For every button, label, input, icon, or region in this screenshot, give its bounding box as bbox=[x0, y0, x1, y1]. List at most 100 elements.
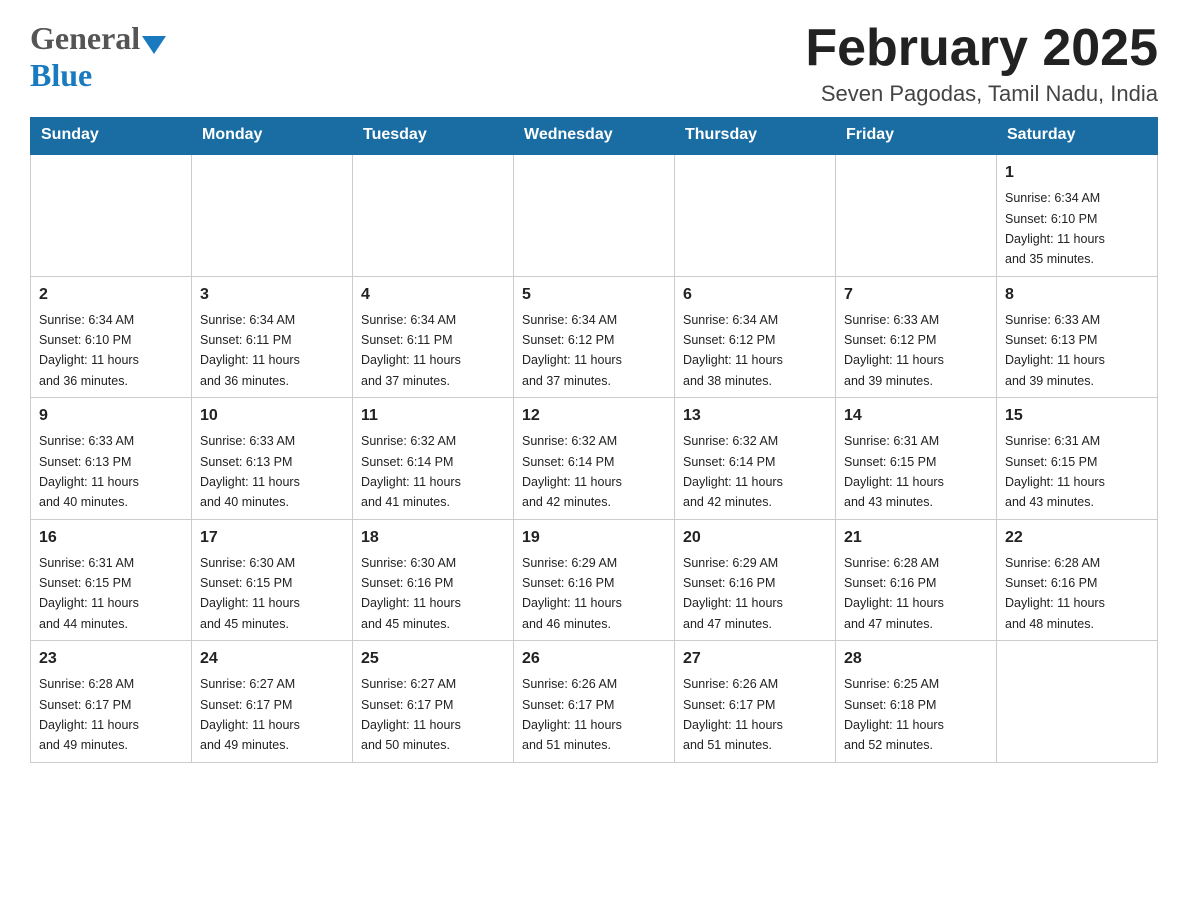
calendar-day-cell: 28 Sunrise: 6:25 AMSunset: 6:18 PMDayligh… bbox=[836, 641, 997, 763]
day-info: Sunrise: 6:34 AMSunset: 6:11 PMDaylight:… bbox=[361, 313, 461, 388]
calendar-day-cell: 14 Sunrise: 6:31 AMSunset: 6:15 PMDayligh… bbox=[836, 398, 997, 520]
day-number: 4 bbox=[361, 283, 505, 307]
calendar-day-cell: 2 Sunrise: 6:34 AMSunset: 6:10 PMDaylight… bbox=[31, 276, 192, 398]
calendar-day-cell bbox=[675, 154, 836, 277]
page-header: G eneral Blue February 2025 Seven Pagoda… bbox=[30, 20, 1158, 107]
day-number: 25 bbox=[361, 647, 505, 671]
calendar-day-cell bbox=[836, 154, 997, 277]
calendar-title: February 2025 bbox=[805, 20, 1158, 77]
calendar-day-cell bbox=[31, 154, 192, 277]
day-number: 6 bbox=[683, 283, 827, 307]
calendar-day-cell: 26 Sunrise: 6:26 AMSunset: 6:17 PMDayligh… bbox=[514, 641, 675, 763]
calendar-day-cell: 1 Sunrise: 6:34 AMSunset: 6:10 PMDaylight… bbox=[997, 154, 1158, 277]
day-number: 26 bbox=[522, 647, 666, 671]
day-info: Sunrise: 6:31 AMSunset: 6:15 PMDaylight:… bbox=[39, 556, 139, 631]
header-tuesday: Tuesday bbox=[353, 118, 514, 154]
day-info: Sunrise: 6:32 AMSunset: 6:14 PMDaylight:… bbox=[361, 434, 461, 509]
day-info: Sunrise: 6:28 AMSunset: 6:16 PMDaylight:… bbox=[844, 556, 944, 631]
day-info: Sunrise: 6:30 AMSunset: 6:15 PMDaylight:… bbox=[200, 556, 300, 631]
calendar-day-cell bbox=[192, 154, 353, 277]
logo: G eneral bbox=[30, 20, 168, 57]
day-number: 27 bbox=[683, 647, 827, 671]
calendar-day-cell bbox=[997, 641, 1158, 763]
day-info: Sunrise: 6:30 AMSunset: 6:16 PMDaylight:… bbox=[361, 556, 461, 631]
day-info: Sunrise: 6:34 AMSunset: 6:11 PMDaylight:… bbox=[200, 313, 300, 388]
header-saturday: Saturday bbox=[997, 118, 1158, 154]
day-info: Sunrise: 6:26 AMSunset: 6:17 PMDaylight:… bbox=[522, 677, 622, 752]
day-info: Sunrise: 6:25 AMSunset: 6:18 PMDaylight:… bbox=[844, 677, 944, 752]
day-number: 28 bbox=[844, 647, 988, 671]
logo-area: G eneral Blue bbox=[30, 20, 168, 94]
calendar-day-cell: 23Sunrise: 6:28 AMSunset: 6:17 PMDayligh… bbox=[31, 641, 192, 763]
day-number: 21 bbox=[844, 526, 988, 550]
day-number: 12 bbox=[522, 404, 666, 428]
day-number: 7 bbox=[844, 283, 988, 307]
calendar-day-cell: 20Sunrise: 6:29 AMSunset: 6:16 PMDayligh… bbox=[675, 519, 836, 641]
day-info: Sunrise: 6:34 AMSunset: 6:10 PMDaylight:… bbox=[39, 313, 139, 388]
calendar-day-cell: 21 Sunrise: 6:28 AMSunset: 6:16 PMDayligh… bbox=[836, 519, 997, 641]
day-info: Sunrise: 6:32 AMSunset: 6:14 PMDaylight:… bbox=[683, 434, 783, 509]
calendar-day-cell: 5 Sunrise: 6:34 AMSunset: 6:12 PMDaylight… bbox=[514, 276, 675, 398]
calendar-day-cell: 8Sunrise: 6:33 AMSunset: 6:13 PMDaylight… bbox=[997, 276, 1158, 398]
day-number: 24 bbox=[200, 647, 344, 671]
calendar-day-cell: 22Sunrise: 6:28 AMSunset: 6:16 PMDayligh… bbox=[997, 519, 1158, 641]
day-number: 2 bbox=[39, 283, 183, 307]
day-number: 15 bbox=[1005, 404, 1149, 428]
day-number: 11 bbox=[361, 404, 505, 428]
calendar-day-cell: 15 Sunrise: 6:31 AMSunset: 6:15 PMDayligh… bbox=[997, 398, 1158, 520]
calendar-day-cell: 16Sunrise: 6:31 AMSunset: 6:15 PMDayligh… bbox=[31, 519, 192, 641]
day-info: Sunrise: 6:28 AMSunset: 6:16 PMDaylight:… bbox=[1005, 556, 1105, 631]
day-info: Sunrise: 6:27 AMSunset: 6:17 PMDaylight:… bbox=[200, 677, 300, 752]
calendar-day-cell bbox=[353, 154, 514, 277]
header-friday: Friday bbox=[836, 118, 997, 154]
day-number: 14 bbox=[844, 404, 988, 428]
day-number: 23 bbox=[39, 647, 183, 671]
logo-triangle-icon bbox=[142, 36, 166, 54]
calendar-day-cell: 19 Sunrise: 6:29 AMSunset: 6:16 PMDayligh… bbox=[514, 519, 675, 641]
header-wednesday: Wednesday bbox=[514, 118, 675, 154]
day-info: Sunrise: 6:29 AMSunset: 6:16 PMDaylight:… bbox=[522, 556, 622, 631]
calendar-day-cell: 24 Sunrise: 6:27 AMSunset: 6:17 PMDayligh… bbox=[192, 641, 353, 763]
calendar-day-cell: 13 Sunrise: 6:32 AMSunset: 6:14 PMDayligh… bbox=[675, 398, 836, 520]
day-info: Sunrise: 6:33 AMSunset: 6:12 PMDaylight:… bbox=[844, 313, 944, 388]
calendar-week-row: 9Sunrise: 6:33 AMSunset: 6:13 PMDaylight… bbox=[31, 398, 1158, 520]
day-number: 3 bbox=[200, 283, 344, 307]
day-info: Sunrise: 6:31 AMSunset: 6:15 PMDaylight:… bbox=[844, 434, 944, 509]
day-number: 13 bbox=[683, 404, 827, 428]
calendar-week-row: 16Sunrise: 6:31 AMSunset: 6:15 PMDayligh… bbox=[31, 519, 1158, 641]
day-number: 5 bbox=[522, 283, 666, 307]
calendar-week-row: 2 Sunrise: 6:34 AMSunset: 6:10 PMDaylight… bbox=[31, 276, 1158, 398]
calendar-day-cell bbox=[514, 154, 675, 277]
logo-blue-label: Blue bbox=[30, 57, 92, 93]
logo-blue-text: Blue bbox=[30, 57, 92, 94]
calendar-week-row: 23Sunrise: 6:28 AMSunset: 6:17 PMDayligh… bbox=[31, 641, 1158, 763]
day-number: 18 bbox=[361, 526, 505, 550]
calendar-day-cell: 25Sunrise: 6:27 AMSunset: 6:17 PMDayligh… bbox=[353, 641, 514, 763]
calendar-day-cell: 12 Sunrise: 6:32 AMSunset: 6:14 PMDayligh… bbox=[514, 398, 675, 520]
day-info: Sunrise: 6:29 AMSunset: 6:16 PMDaylight:… bbox=[683, 556, 783, 631]
day-info: Sunrise: 6:32 AMSunset: 6:14 PMDaylight:… bbox=[522, 434, 622, 509]
calendar-day-cell: 6 Sunrise: 6:34 AMSunset: 6:12 PMDaylight… bbox=[675, 276, 836, 398]
calendar-day-cell: 18 Sunrise: 6:30 AMSunset: 6:16 PMDayligh… bbox=[353, 519, 514, 641]
title-area: February 2025 Seven Pagodas, Tamil Nadu,… bbox=[805, 20, 1158, 107]
day-info: Sunrise: 6:33 AMSunset: 6:13 PMDaylight:… bbox=[200, 434, 300, 509]
calendar-day-cell: 7 Sunrise: 6:33 AMSunset: 6:12 PMDaylight… bbox=[836, 276, 997, 398]
day-info: Sunrise: 6:31 AMSunset: 6:15 PMDaylight:… bbox=[1005, 434, 1105, 509]
calendar-day-cell: 10Sunrise: 6:33 AMSunset: 6:13 PMDayligh… bbox=[192, 398, 353, 520]
logo-eneral: eneral bbox=[55, 20, 140, 57]
header-sunday: Sunday bbox=[31, 118, 192, 154]
calendar-day-cell: 11 Sunrise: 6:32 AMSunset: 6:14 PMDayligh… bbox=[353, 398, 514, 520]
day-number: 8 bbox=[1005, 283, 1149, 307]
day-info: Sunrise: 6:33 AMSunset: 6:13 PMDaylight:… bbox=[39, 434, 139, 509]
calendar-day-cell: 4 Sunrise: 6:34 AMSunset: 6:11 PMDaylight… bbox=[353, 276, 514, 398]
day-number: 19 bbox=[522, 526, 666, 550]
day-info: Sunrise: 6:34 AMSunset: 6:12 PMDaylight:… bbox=[522, 313, 622, 388]
calendar-table: Sunday Monday Tuesday Wednesday Thursday… bbox=[30, 117, 1158, 763]
day-info: Sunrise: 6:34 AMSunset: 6:12 PMDaylight:… bbox=[683, 313, 783, 388]
day-number: 1 bbox=[1005, 161, 1149, 185]
calendar-day-cell: 9Sunrise: 6:33 AMSunset: 6:13 PMDaylight… bbox=[31, 398, 192, 520]
day-info: Sunrise: 6:34 AMSunset: 6:10 PMDaylight:… bbox=[1005, 191, 1105, 266]
calendar-day-cell: 3 Sunrise: 6:34 AMSunset: 6:11 PMDaylight… bbox=[192, 276, 353, 398]
header-row: Sunday Monday Tuesday Wednesday Thursday… bbox=[31, 118, 1158, 154]
calendar-header: Sunday Monday Tuesday Wednesday Thursday… bbox=[31, 118, 1158, 154]
